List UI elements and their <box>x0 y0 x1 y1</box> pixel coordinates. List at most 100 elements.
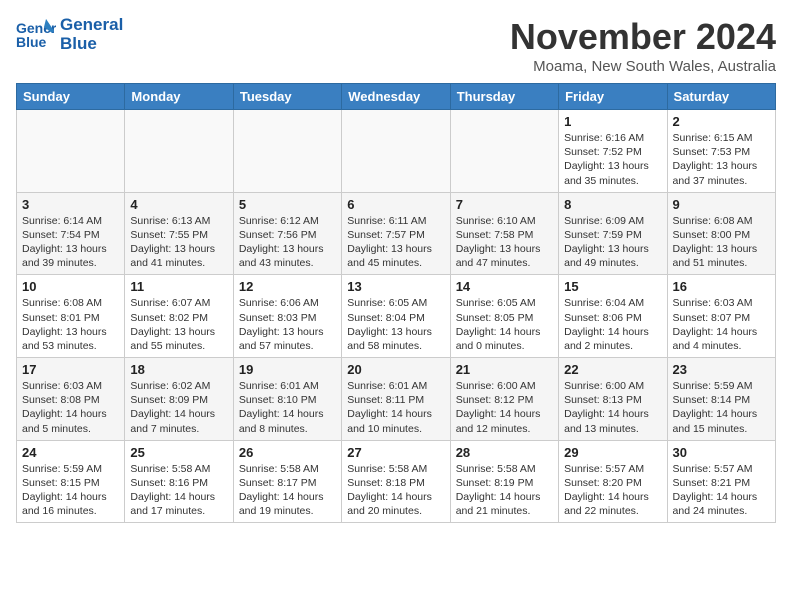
cell-info: Sunrise: 5:58 AM Sunset: 8:18 PM Dayligh… <box>347 462 444 519</box>
weekday-header-wednesday: Wednesday <box>342 84 450 110</box>
day-number: 28 <box>456 445 553 460</box>
cell-info: Sunrise: 6:11 AM Sunset: 7:57 PM Dayligh… <box>347 214 444 271</box>
calendar-cell: 23 Sunrise: 5:59 AM Sunset: 8:14 PM Dayli… <box>667 358 775 441</box>
calendar-cell: 12Sunrise: 6:06 AM Sunset: 8:03 PM Dayli… <box>233 275 341 358</box>
calendar-cell: 1 Sunrise: 6:16 AM Sunset: 7:52 PM Daylig… <box>559 110 667 193</box>
day-number: 18 <box>130 362 227 377</box>
day-number: 20 <box>347 362 444 377</box>
cell-info: Sunrise: 6:01 AM Sunset: 8:11 PM Dayligh… <box>347 379 444 436</box>
day-number: 23 <box>673 362 770 377</box>
cell-info: Sunrise: 6:08 AM Sunset: 8:01 PM Dayligh… <box>22 296 119 353</box>
cell-info: Sunrise: 5:57 AM Sunset: 8:20 PM Dayligh… <box>564 462 661 519</box>
calendar-cell <box>450 110 558 193</box>
day-number: 2 <box>673 114 770 129</box>
cell-info: Sunrise: 5:59 AM Sunset: 8:15 PM Dayligh… <box>22 462 119 519</box>
calendar-cell: 21 Sunrise: 6:00 AM Sunset: 8:12 PM Dayli… <box>450 358 558 441</box>
calendar-cell: 15 Sunrise: 6:04 AM Sunset: 8:06 PM Dayli… <box>559 275 667 358</box>
cell-info: Sunrise: 6:02 AM Sunset: 8:09 PM Dayligh… <box>130 379 227 436</box>
day-number: 4 <box>130 197 227 212</box>
weekday-header-saturday: Saturday <box>667 84 775 110</box>
cell-info: Sunrise: 6:00 AM Sunset: 8:13 PM Dayligh… <box>564 379 661 436</box>
calendar-cell: 6 Sunrise: 6:11 AM Sunset: 7:57 PM Daylig… <box>342 192 450 275</box>
cell-info: Sunrise: 6:00 AM Sunset: 8:12 PM Dayligh… <box>456 379 553 436</box>
cell-info: Sunrise: 6:13 AM Sunset: 7:55 PM Dayligh… <box>130 214 227 271</box>
weekday-header-sunday: Sunday <box>17 84 125 110</box>
cell-info: Sunrise: 6:05 AM Sunset: 8:04 PM Dayligh… <box>347 296 444 353</box>
week-row-4: 17Sunrise: 6:03 AM Sunset: 8:08 PM Dayli… <box>17 358 776 441</box>
weekday-header-tuesday: Tuesday <box>233 84 341 110</box>
day-number: 30 <box>673 445 770 460</box>
cell-info: Sunrise: 5:58 AM Sunset: 8:16 PM Dayligh… <box>130 462 227 519</box>
cell-info: Sunrise: 5:57 AM Sunset: 8:21 PM Dayligh… <box>673 462 770 519</box>
week-row-5: 24 Sunrise: 5:59 AM Sunset: 8:15 PM Dayli… <box>17 440 776 523</box>
calendar-cell <box>125 110 233 193</box>
calendar-cell: 29 Sunrise: 5:57 AM Sunset: 8:20 PM Dayli… <box>559 440 667 523</box>
calendar-cell <box>17 110 125 193</box>
day-number: 3 <box>22 197 119 212</box>
cell-info: Sunrise: 6:01 AM Sunset: 8:10 PM Dayligh… <box>239 379 336 436</box>
calendar-cell: 25 Sunrise: 5:58 AM Sunset: 8:16 PM Dayli… <box>125 440 233 523</box>
calendar-cell: 27 Sunrise: 5:58 AM Sunset: 8:18 PM Dayli… <box>342 440 450 523</box>
day-number: 29 <box>564 445 661 460</box>
logo: General Blue General Blue <box>16 16 123 53</box>
calendar-cell: 24 Sunrise: 5:59 AM Sunset: 8:15 PM Dayli… <box>17 440 125 523</box>
calendar-cell: 7 Sunrise: 6:10 AM Sunset: 7:58 PM Daylig… <box>450 192 558 275</box>
calendar-cell: 20 Sunrise: 6:01 AM Sunset: 8:11 PM Dayli… <box>342 358 450 441</box>
cell-info: Sunrise: 6:05 AM Sunset: 8:05 PM Dayligh… <box>456 296 553 353</box>
calendar-cell: 17Sunrise: 6:03 AM Sunset: 8:08 PM Dayli… <box>17 358 125 441</box>
calendar-cell: 2Sunrise: 6:15 AM Sunset: 7:53 PM Daylig… <box>667 110 775 193</box>
cell-info: Sunrise: 6:03 AM Sunset: 8:07 PM Dayligh… <box>673 296 770 353</box>
cell-info: Sunrise: 5:58 AM Sunset: 8:19 PM Dayligh… <box>456 462 553 519</box>
cell-info: Sunrise: 6:16 AM Sunset: 7:52 PM Dayligh… <box>564 131 661 188</box>
calendar-cell: 11 Sunrise: 6:07 AM Sunset: 8:02 PM Dayli… <box>125 275 233 358</box>
calendar-cell: 5Sunrise: 6:12 AM Sunset: 7:56 PM Daylig… <box>233 192 341 275</box>
cell-info: Sunrise: 5:59 AM Sunset: 8:14 PM Dayligh… <box>673 379 770 436</box>
day-number: 10 <box>22 279 119 294</box>
logo-text-area: General Blue <box>60 16 123 53</box>
day-number: 9 <box>673 197 770 212</box>
day-number: 15 <box>564 279 661 294</box>
calendar-table: SundayMondayTuesdayWednesdayThursdayFrid… <box>16 83 776 523</box>
calendar-cell: 30 Sunrise: 5:57 AM Sunset: 8:21 PM Dayli… <box>667 440 775 523</box>
location: Moama, New South Wales, Australia <box>510 58 776 75</box>
calendar-cell: 26Sunrise: 5:58 AM Sunset: 8:17 PM Dayli… <box>233 440 341 523</box>
weekday-header-thursday: Thursday <box>450 84 558 110</box>
calendar-cell: 22 Sunrise: 6:00 AM Sunset: 8:13 PM Dayli… <box>559 358 667 441</box>
calendar-cell: 16 Sunrise: 6:03 AM Sunset: 8:07 PM Dayli… <box>667 275 775 358</box>
calendar-cell: 19 Sunrise: 6:01 AM Sunset: 8:10 PM Dayli… <box>233 358 341 441</box>
day-number: 1 <box>564 114 661 129</box>
day-number: 27 <box>347 445 444 460</box>
day-number: 25 <box>130 445 227 460</box>
logo-icon: General Blue <box>16 17 56 53</box>
day-number: 16 <box>673 279 770 294</box>
day-number: 24 <box>22 445 119 460</box>
calendar-cell: 3 Sunrise: 6:14 AM Sunset: 7:54 PM Daylig… <box>17 192 125 275</box>
cell-info: Sunrise: 6:10 AM Sunset: 7:58 PM Dayligh… <box>456 214 553 271</box>
calendar-cell: 4 Sunrise: 6:13 AM Sunset: 7:55 PM Daylig… <box>125 192 233 275</box>
calendar-cell: 10 Sunrise: 6:08 AM Sunset: 8:01 PM Dayli… <box>17 275 125 358</box>
cell-info: Sunrise: 6:06 AM Sunset: 8:03 PM Dayligh… <box>239 296 336 353</box>
logo-blue: Blue <box>60 35 123 54</box>
day-number: 19 <box>239 362 336 377</box>
cell-info: Sunrise: 6:14 AM Sunset: 7:54 PM Dayligh… <box>22 214 119 271</box>
header: General Blue General Blue November 2024 … <box>16 16 776 75</box>
calendar-cell: 28 Sunrise: 5:58 AM Sunset: 8:19 PM Dayli… <box>450 440 558 523</box>
calendar-cell: 8 Sunrise: 6:09 AM Sunset: 7:59 PM Daylig… <box>559 192 667 275</box>
day-number: 26 <box>239 445 336 460</box>
day-number: 6 <box>347 197 444 212</box>
svg-text:Blue: Blue <box>16 34 47 50</box>
week-row-3: 10 Sunrise: 6:08 AM Sunset: 8:01 PM Dayli… <box>17 275 776 358</box>
day-number: 5 <box>239 197 336 212</box>
day-number: 7 <box>456 197 553 212</box>
cell-info: Sunrise: 6:09 AM Sunset: 7:59 PM Dayligh… <box>564 214 661 271</box>
day-number: 14 <box>456 279 553 294</box>
day-number: 11 <box>130 279 227 294</box>
day-number: 13 <box>347 279 444 294</box>
day-number: 22 <box>564 362 661 377</box>
cell-info: Sunrise: 6:07 AM Sunset: 8:02 PM Dayligh… <box>130 296 227 353</box>
day-number: 21 <box>456 362 553 377</box>
cell-info: Sunrise: 6:04 AM Sunset: 8:06 PM Dayligh… <box>564 296 661 353</box>
weekday-header-row: SundayMondayTuesdayWednesdayThursdayFrid… <box>17 84 776 110</box>
day-number: 8 <box>564 197 661 212</box>
calendar-cell: 18 Sunrise: 6:02 AM Sunset: 8:09 PM Dayli… <box>125 358 233 441</box>
